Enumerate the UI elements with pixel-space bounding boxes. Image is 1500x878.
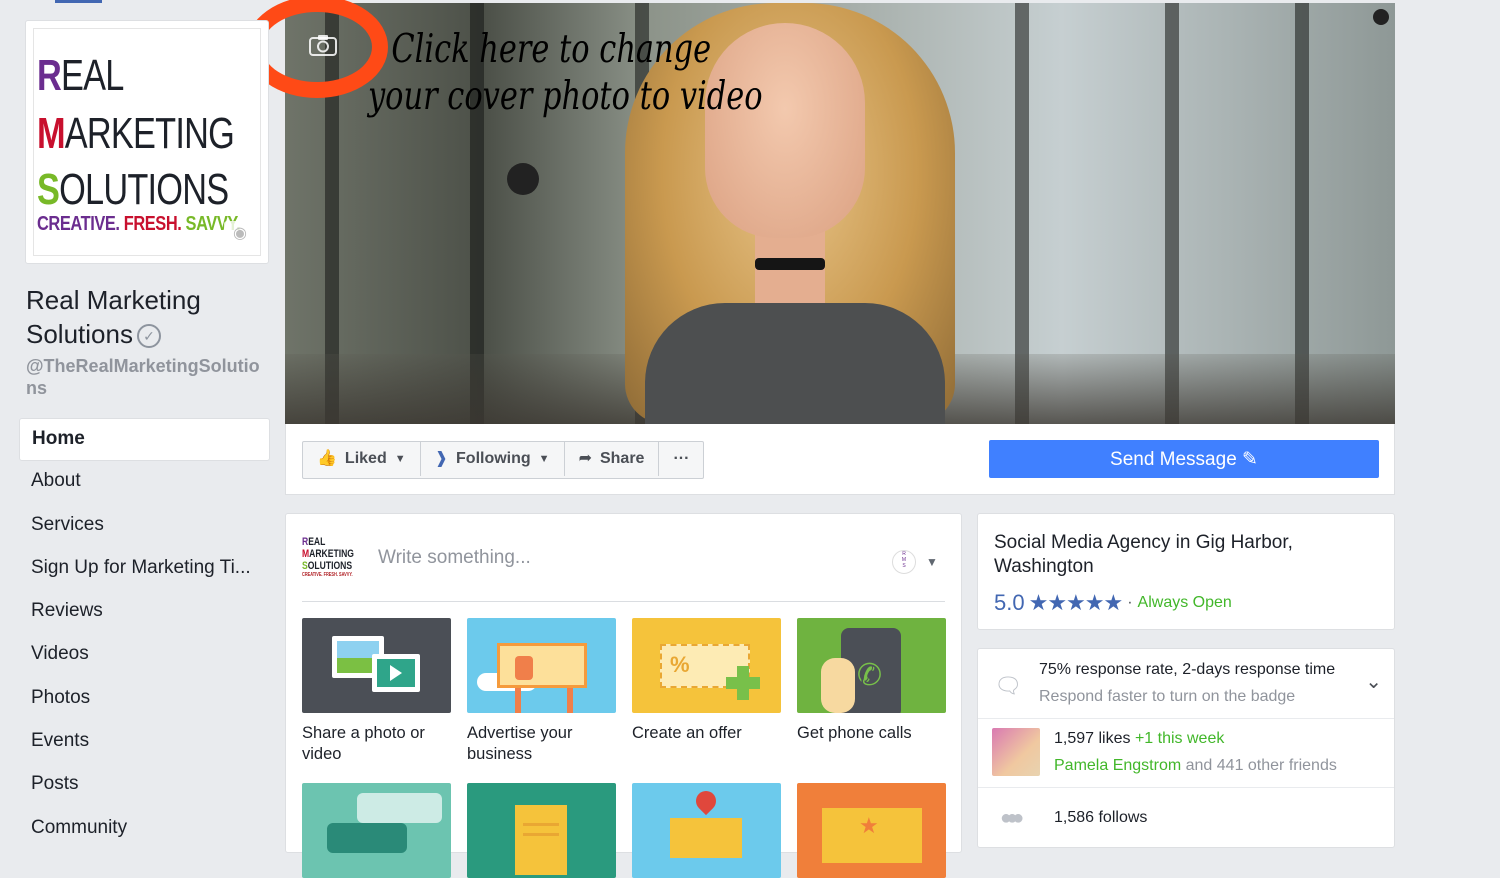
phone-icon: ✆ — [797, 618, 946, 713]
more-dots-icon: ··· — [673, 450, 690, 467]
mini-avatar: RMS — [892, 550, 916, 574]
logo-line-real: REAL — [37, 51, 124, 100]
logo-line-solutions: SOLUTIONS — [37, 165, 229, 214]
page-action-bar: 👍 Liked ▼ ❱ Following ▼ ➦ Share ··· Send Mess… — [285, 424, 1395, 495]
camera-icon[interactable]: ◉ — [224, 221, 256, 247]
share-arrow-icon: ➦ — [578, 450, 592, 467]
caret-down-icon: ▼ — [926, 555, 938, 569]
rating-row: 5.0 ★★★★★ · Always Open — [994, 590, 1232, 616]
nav-item-community[interactable]: Community — [19, 808, 270, 851]
hours-status: Always Open — [1137, 594, 1232, 611]
liked-button[interactable]: 👍 Liked ▼ — [303, 442, 421, 476]
presenter-torso — [645, 303, 945, 424]
tile-row2-chat[interactable] — [302, 783, 451, 878]
following-button[interactable]: ❱ Following ▼ — [421, 442, 565, 476]
more-button[interactable]: ··· — [659, 442, 703, 476]
people-icon: ●●● — [1000, 807, 1024, 829]
nav-item-reviews[interactable]: Reviews — [19, 591, 270, 634]
about-card: Social Media Agency in Gig Harbor, Washi… — [977, 513, 1395, 630]
nav-item-videos[interactable]: Videos — [19, 634, 270, 677]
offer-coupon-icon: % — [632, 618, 781, 713]
tile-row2-location[interactable] — [632, 783, 781, 878]
nav-item-photos[interactable]: Photos — [19, 678, 270, 721]
caret-down-icon: ▼ — [538, 453, 550, 465]
follows-row[interactable]: ●●● 1,586 follows — [978, 787, 1394, 849]
action-button-group: 👍 Liked ▼ ❱ Following ▼ ➦ Share ··· — [302, 441, 705, 479]
billboard-icon — [467, 618, 616, 713]
likes-row[interactable]: 1,597 likes +1 this week Pamela Engstrom… — [978, 718, 1394, 788]
logo: REAL MARKETING SOLUTIONS CREATIVE. FRESH… — [33, 28, 261, 256]
divider — [302, 601, 945, 602]
profile-picture[interactable]: REAL MARKETING SOLUTIONS CREATIVE. FRESH… — [25, 20, 269, 264]
tile-create-offer[interactable]: % Create an offer — [632, 618, 781, 744]
nav-item-home[interactable]: Home — [19, 418, 270, 462]
top-nav-accent — [55, 0, 102, 3]
verified-check-icon: ✓ — [136, 324, 161, 349]
ceiling-lamp — [1373, 9, 1389, 25]
friend-name-link[interactable]: Pamela Engstrom — [1054, 757, 1181, 774]
nav-item-sign-up[interactable]: Sign Up for Marketing Ti... — [19, 548, 270, 591]
logo-line-marketing: MARKETING — [37, 109, 235, 158]
ceiling-lamp — [507, 163, 539, 195]
write-something-input[interactable]: Write something... — [378, 547, 531, 569]
message-bubble-icon: 🗨 — [994, 673, 1022, 698]
nav-item-services[interactable]: Services — [19, 505, 270, 548]
annotation-text: Click here to change your cover photo to… — [368, 26, 763, 120]
ticket-icon: ★ — [797, 783, 946, 878]
composer-avatar: REAL MARKETING SOLUTIONS CREATIVE. FRESH… — [302, 536, 354, 578]
rating-stars-icon: ★★★★★ — [1028, 590, 1124, 615]
send-message-button[interactable]: Send Message ✎ — [989, 440, 1379, 478]
stats-card: 🗨 75% response rate, 2-days response tim… — [977, 648, 1395, 848]
rss-icon: ❱ — [434, 450, 449, 467]
chevron-down-icon[interactable]: ⌄ — [1365, 669, 1382, 694]
tile-row2-ticket[interactable]: ★ — [797, 783, 946, 878]
response-rate-row[interactable]: 🗨 75% response rate, 2-days response tim… — [978, 649, 1394, 719]
nav-item-about[interactable]: About — [19, 461, 270, 504]
pencil-icon: ✎ — [1242, 449, 1258, 470]
post-composer: REAL MARKETING SOLUTIONS CREATIVE. FRESH… — [285, 513, 962, 878]
page-category[interactable]: Social Media Agency in Gig Harbor, Washi… — [994, 531, 1374, 579]
page-handle[interactable]: @TheRealMarketingSolutions — [26, 355, 266, 399]
photo-video-icon — [302, 618, 451, 713]
nav-item-posts[interactable]: Posts — [19, 764, 270, 807]
post-as-selector[interactable]: RMS ▼ — [892, 550, 938, 574]
annotation-line-1: Click here to change — [391, 27, 712, 72]
annotation-line-2: your cover photo to video — [368, 74, 763, 119]
share-button[interactable]: ➦ Share — [565, 442, 660, 476]
presenter-choker — [755, 258, 825, 270]
left-nav: Home About Services Sign Up for Marketin… — [19, 418, 270, 851]
chat-bubble-icon — [302, 783, 451, 878]
tile-row2-notes[interactable] — [467, 783, 616, 878]
notes-icon — [467, 783, 616, 878]
page-title: Real Marketing Solutions ✓ — [26, 285, 201, 349]
rating-value[interactable]: 5.0 — [994, 590, 1025, 616]
nav-item-events[interactable]: Events — [19, 721, 270, 764]
location-pin-icon — [632, 783, 781, 878]
caret-down-icon: ▼ — [394, 453, 406, 465]
tile-share-photo[interactable]: Share a photo or video — [302, 618, 451, 765]
tile-advertise[interactable]: Advertise your business — [467, 618, 616, 765]
tile-phone-calls[interactable]: ✆ Get phone calls — [797, 618, 946, 744]
logo-tagline: CREATIVE. FRESH. SAVVY. — [37, 213, 241, 235]
friend-avatar[interactable] — [992, 728, 1040, 776]
thumbs-up-icon: 👍 — [317, 450, 337, 467]
